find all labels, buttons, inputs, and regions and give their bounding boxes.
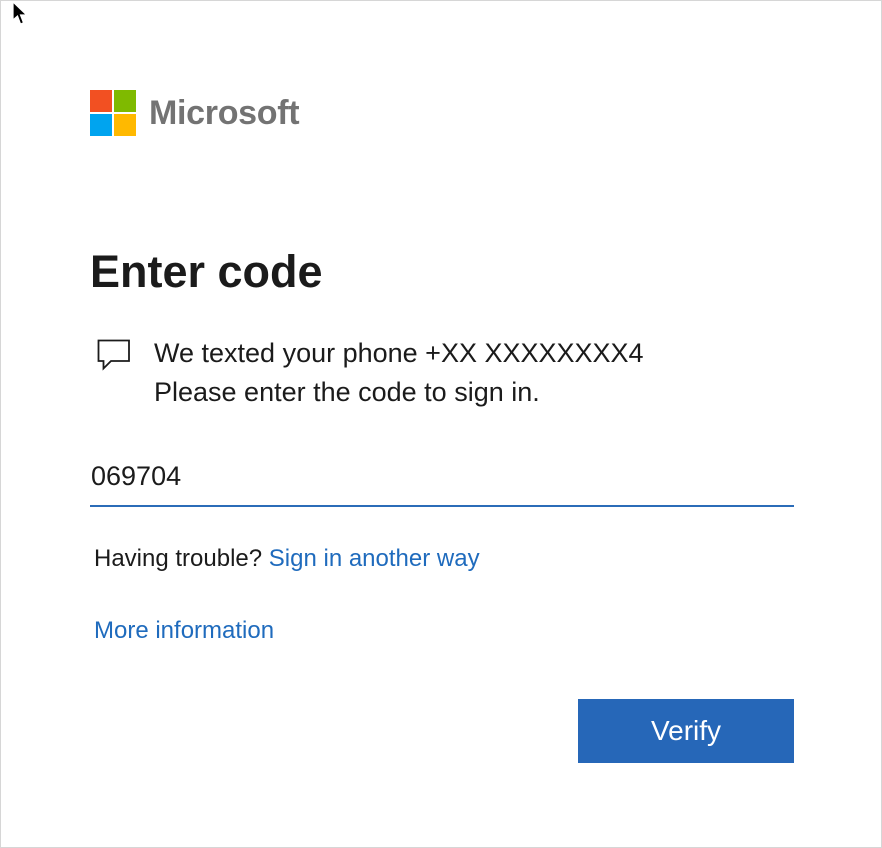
sms-message: We texted your phone +XX XXXXXXXX4 Pleas… bbox=[154, 334, 694, 412]
code-input[interactable] bbox=[90, 447, 794, 505]
speech-bubble-icon bbox=[97, 339, 130, 371]
having-trouble-row: Having trouble? Sign in another way bbox=[94, 542, 480, 576]
logo-square-blue bbox=[90, 114, 112, 136]
mouse-pointer-icon bbox=[12, 1, 28, 25]
code-field bbox=[90, 447, 794, 507]
brand-name: Microsoft bbox=[149, 94, 300, 132]
logo-square-green bbox=[114, 90, 136, 112]
logo-square-yellow bbox=[114, 114, 136, 136]
page-title: Enter code bbox=[90, 246, 323, 297]
microsoft-logo-icon bbox=[90, 90, 136, 136]
sms-message-line1: We texted your phone +XX XXXXXXXX4 bbox=[154, 338, 644, 368]
verify-button[interactable]: Verify bbox=[578, 699, 794, 763]
signin-dialog: Microsoft Enter code We texted your phon… bbox=[0, 0, 882, 848]
more-information-link[interactable]: More information bbox=[94, 614, 274, 648]
sms-message-line2: Please enter the code to sign in. bbox=[154, 377, 540, 407]
microsoft-logo: Microsoft bbox=[90, 90, 300, 136]
sign-in-another-way-link[interactable]: Sign in another way bbox=[269, 545, 480, 572]
having-trouble-label: Having trouble? bbox=[94, 545, 263, 572]
logo-square-red bbox=[90, 90, 112, 112]
